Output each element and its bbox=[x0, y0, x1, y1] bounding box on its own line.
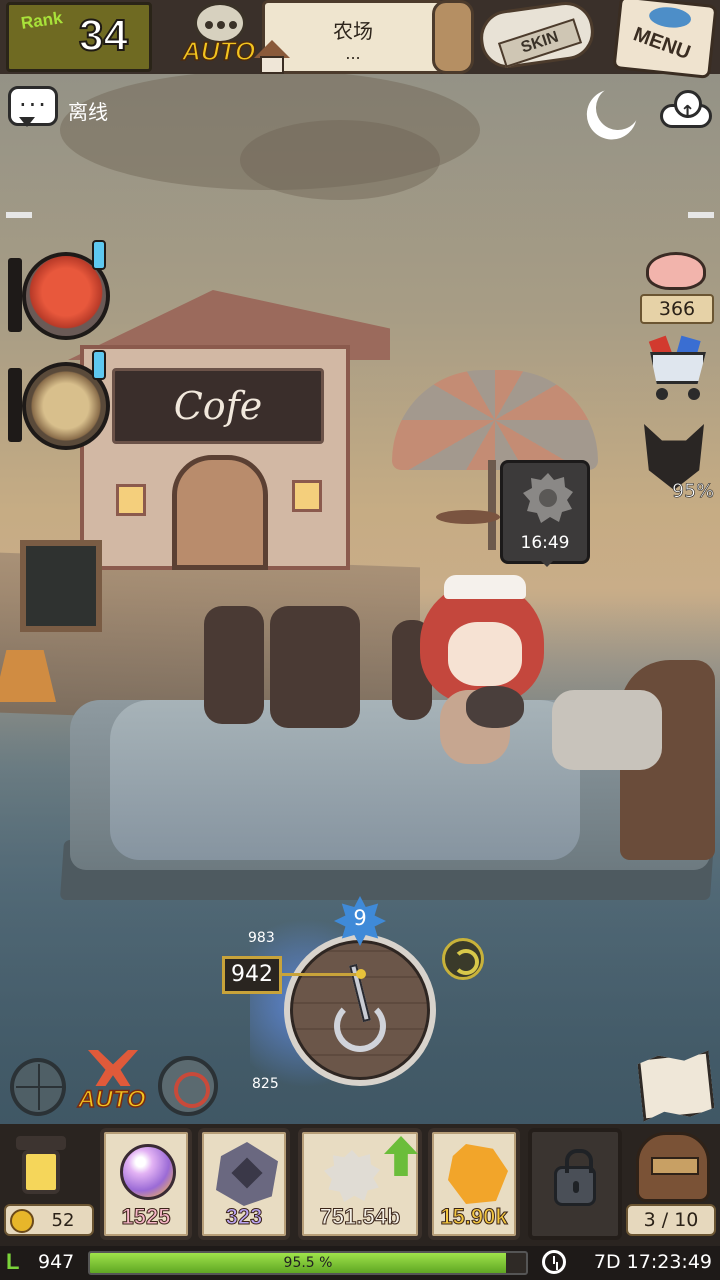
menu-board bbox=[20, 540, 102, 632]
shard-icon bbox=[216, 1142, 278, 1206]
lock-icon bbox=[554, 1149, 596, 1206]
gold-coin-icon bbox=[10, 1209, 34, 1233]
target-icon[interactable] bbox=[158, 1056, 218, 1116]
item-slot-crystal[interactable]: 15.90k bbox=[428, 1128, 520, 1240]
gold-counter: 52 bbox=[4, 1204, 94, 1236]
map-icon[interactable] bbox=[637, 1050, 715, 1121]
orb-icon bbox=[120, 1144, 176, 1200]
location-name: 农场 bbox=[333, 19, 373, 43]
craft-timer-bubble[interactable]: 16:49 bbox=[500, 460, 590, 567]
rank-value: 34 bbox=[78, 10, 129, 61]
crystal-icon bbox=[448, 1144, 508, 1204]
player-level: 947 bbox=[38, 1251, 75, 1273]
compass-icon[interactable] bbox=[10, 1058, 66, 1116]
telescope[interactable] bbox=[204, 606, 264, 724]
depth-pointer bbox=[282, 973, 360, 976]
character-face[interactable] bbox=[448, 622, 522, 686]
scroll-icon[interactable] bbox=[432, 0, 474, 74]
cat-face bbox=[466, 686, 524, 728]
alert-icon bbox=[92, 350, 106, 380]
cafe-window bbox=[116, 484, 146, 516]
gold-value: 52 bbox=[51, 1210, 75, 1231]
cannon[interactable] bbox=[270, 606, 360, 728]
shard-value: 323 bbox=[225, 1204, 263, 1230]
rank-label: Rank bbox=[19, 8, 64, 33]
umbrella-pole bbox=[488, 460, 496, 550]
chat-icon[interactable] bbox=[8, 86, 58, 127]
cafe-sign: Cofe bbox=[112, 368, 324, 444]
crystal-value: 15.90k bbox=[440, 1204, 508, 1230]
meat-count: 366 bbox=[640, 294, 714, 324]
level-icon: L bbox=[6, 1249, 20, 1274]
skin-button[interactable]: SKIN bbox=[476, 0, 612, 72]
depth-min: 825 bbox=[252, 1076, 279, 1092]
pillow bbox=[552, 690, 662, 770]
auto-battle-button[interactable]: AUTO bbox=[77, 1050, 148, 1120]
gear-icon bbox=[523, 473, 573, 523]
upgrade-arrow-icon bbox=[384, 1136, 418, 1176]
depth-current: 942 bbox=[222, 956, 282, 994]
lure-icon[interactable] bbox=[442, 938, 484, 980]
cafe-window bbox=[292, 480, 322, 512]
item-slot-shard[interactable]: 323 bbox=[198, 1128, 290, 1240]
menu-button[interactable]: MENU bbox=[612, 0, 718, 79]
shell-value: 751.54b bbox=[319, 1204, 401, 1230]
rank-badge[interactable]: Rank 34 bbox=[6, 2, 152, 72]
orb-value: 1525 bbox=[121, 1204, 171, 1230]
item-slot-orb[interactable]: 1525 bbox=[100, 1128, 192, 1240]
quest-portrait-goat[interactable] bbox=[8, 350, 112, 454]
xp-text: 95.5 % bbox=[283, 1255, 333, 1271]
fish-icon bbox=[648, 5, 693, 30]
auto-battle-label: AUTO bbox=[77, 1085, 146, 1114]
menu-label: MENU bbox=[630, 23, 694, 65]
bag-count: 3 / 10 bbox=[626, 1204, 716, 1236]
alert-icon bbox=[92, 240, 106, 270]
depth-dot bbox=[356, 969, 366, 979]
umbrella bbox=[392, 370, 598, 470]
edge-indicator bbox=[688, 212, 714, 218]
item-slot-shell[interactable]: 751.54b bbox=[298, 1128, 422, 1240]
house-icon[interactable] bbox=[254, 40, 290, 74]
clock-icon bbox=[542, 1250, 566, 1274]
cloud bbox=[240, 120, 440, 200]
shopping-cart-icon[interactable] bbox=[642, 334, 712, 404]
shell-icon bbox=[324, 1150, 380, 1202]
depth-max: 983 bbox=[248, 930, 275, 946]
lantern-icon[interactable] bbox=[12, 1136, 70, 1202]
fishing-level: 9 bbox=[353, 906, 367, 930]
cafe-door[interactable] bbox=[172, 455, 268, 570]
quest-portrait-octopus[interactable] bbox=[8, 240, 112, 344]
crossed-swords-icon bbox=[88, 1050, 138, 1086]
timer-text: 16:49 bbox=[520, 533, 570, 553]
mask-percent: 95% bbox=[672, 480, 715, 503]
cafe-table bbox=[436, 510, 500, 524]
edge-indicator bbox=[6, 212, 32, 218]
character-cap bbox=[444, 575, 526, 599]
connection-status: 离线 bbox=[68, 100, 108, 124]
cloud-upload-icon[interactable]: ↑ bbox=[660, 88, 712, 130]
backpack-icon[interactable] bbox=[636, 1132, 710, 1202]
location-sub: ... bbox=[345, 44, 361, 63]
play-time: 7D 17:23:49 bbox=[593, 1251, 712, 1273]
xp-bar: 95.5 % bbox=[88, 1251, 528, 1275]
auto-label: AUTO bbox=[181, 35, 256, 67]
locked-slot[interactable] bbox=[528, 1128, 622, 1240]
meat-icon[interactable] bbox=[646, 252, 706, 290]
